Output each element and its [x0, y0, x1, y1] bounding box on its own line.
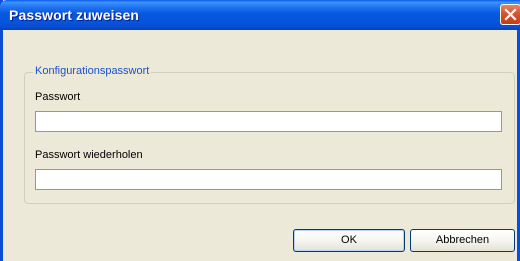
title-bar[interactable]: Passwort zuweisen [0, 0, 520, 30]
password-label: Passwort [35, 91, 81, 103]
password-repeat-field[interactable] [35, 169, 502, 190]
dialog-window: Passwort zuweisen Konfigurationspasswort… [0, 0, 520, 261]
cancel-button[interactable]: Abbrechen [410, 229, 515, 252]
close-button[interactable] [500, 4, 520, 25]
ok-button[interactable]: OK [293, 229, 405, 252]
password-field[interactable] [35, 111, 502, 132]
password-repeat-label: Passwort wiederholen [35, 149, 143, 161]
group-legend: Konfigurationspasswort [33, 65, 152, 77]
window-title: Passwort zuweisen [9, 7, 140, 23]
close-icon [504, 8, 517, 21]
